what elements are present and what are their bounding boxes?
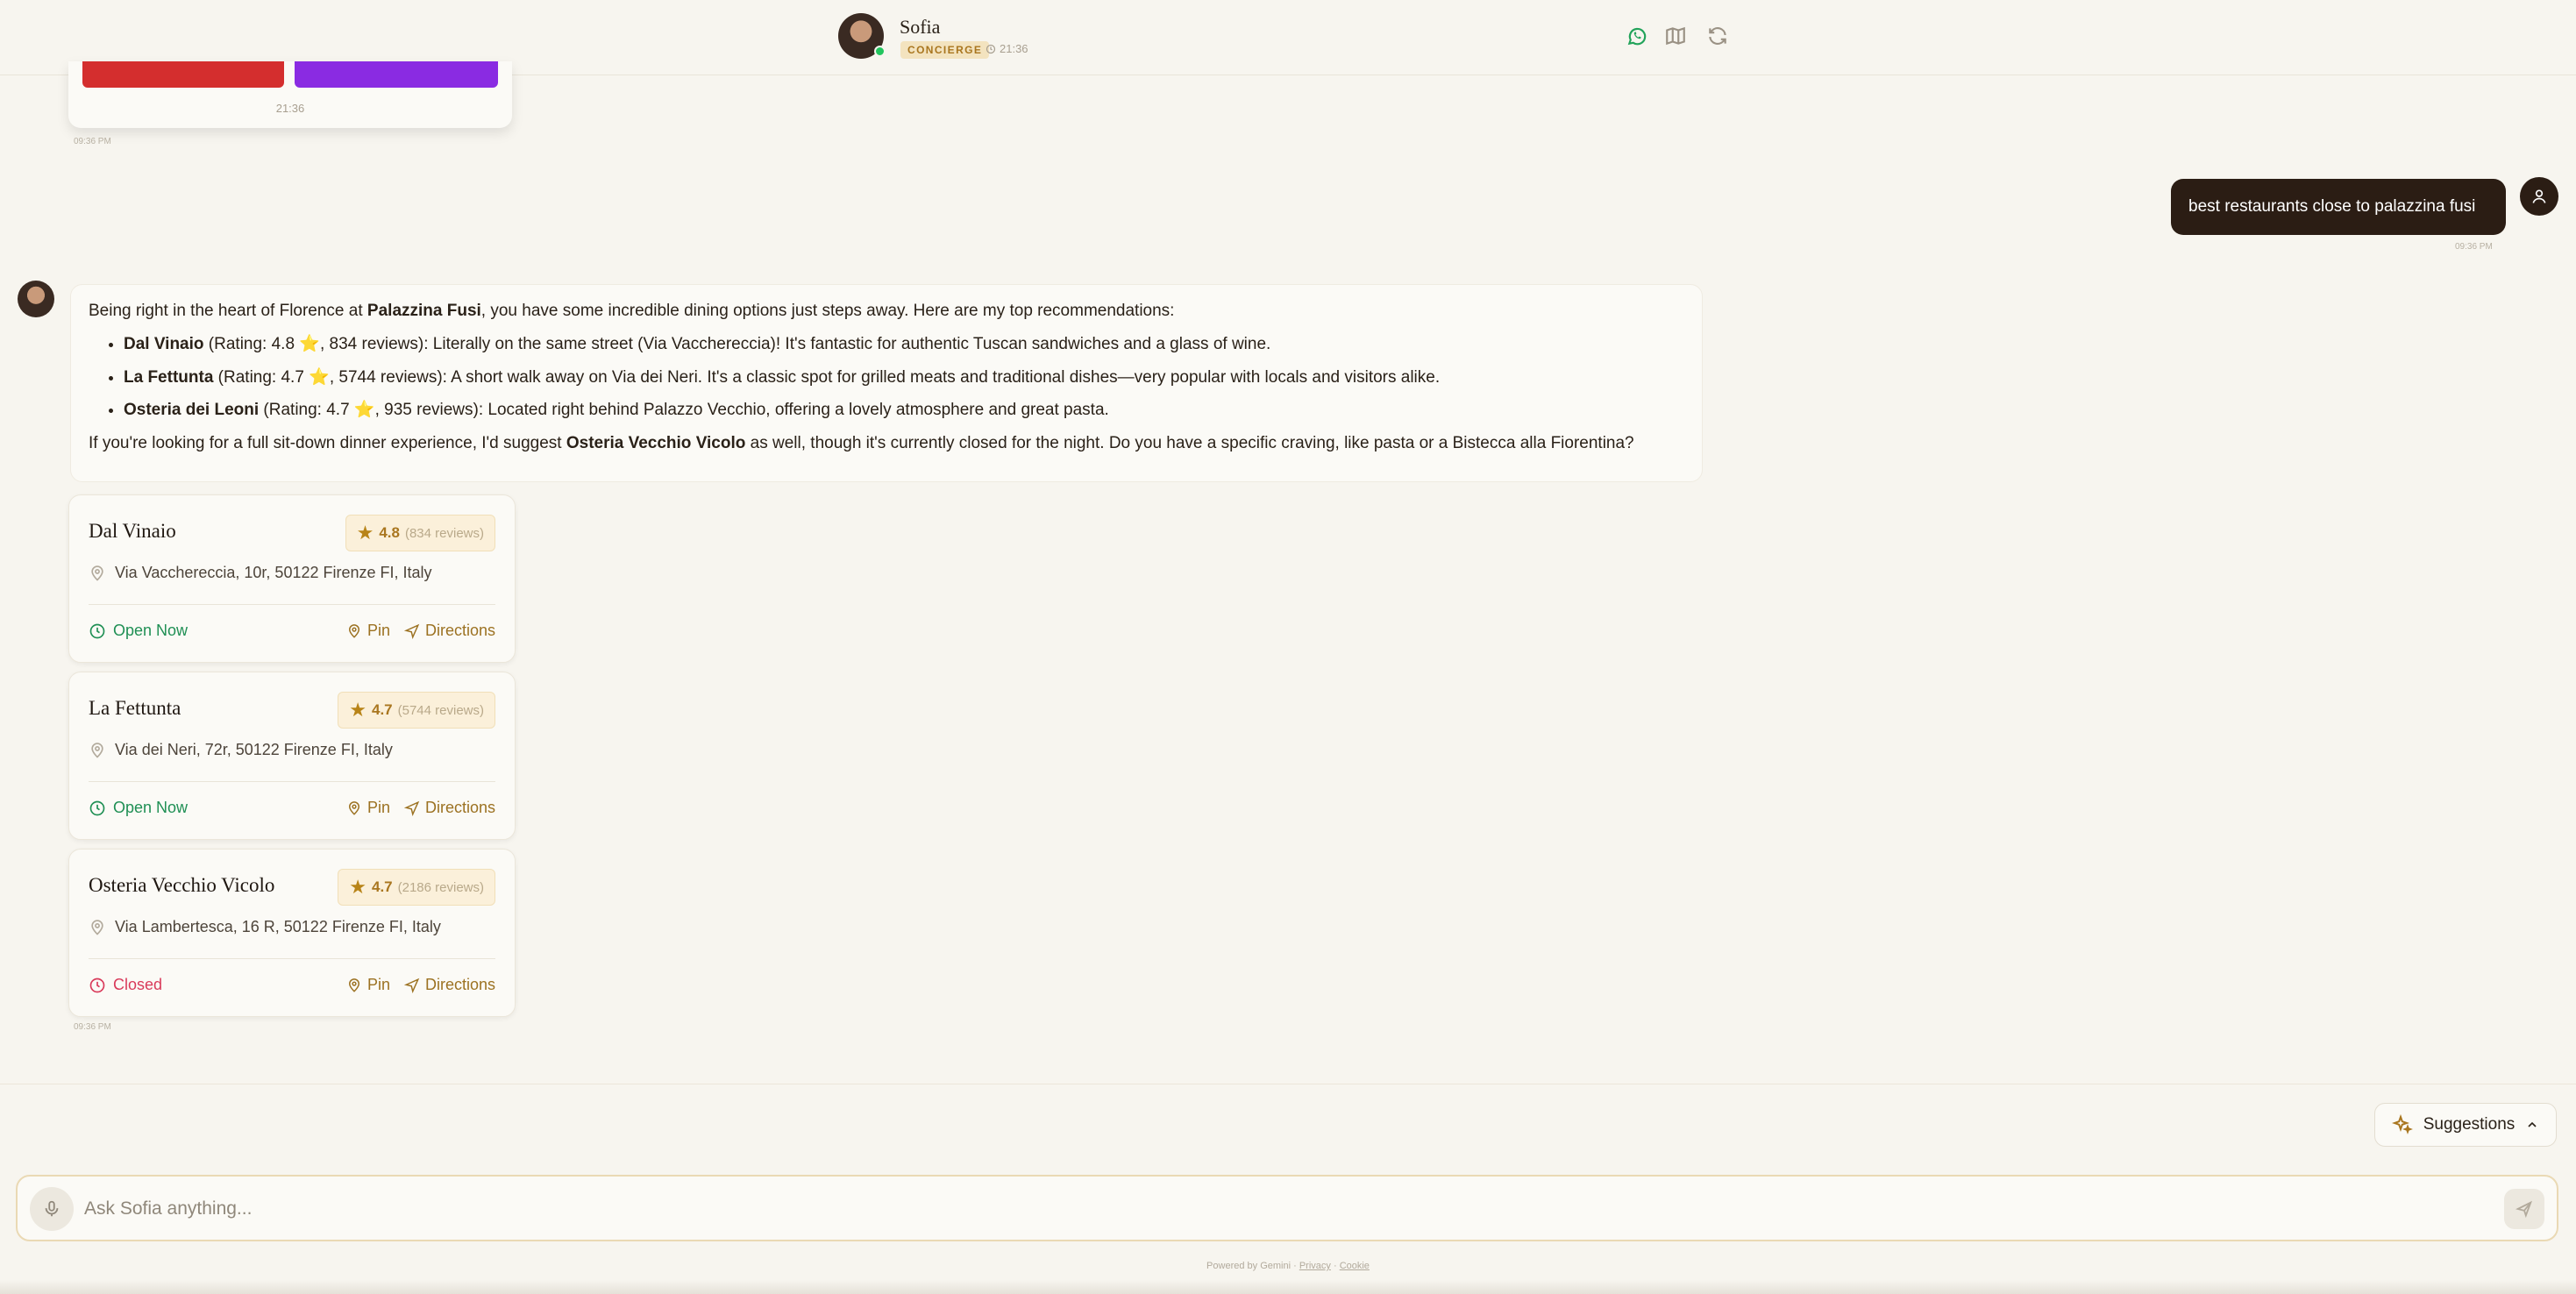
whatsapp-icon[interactable] bbox=[1626, 25, 1648, 47]
chat-input-bar bbox=[16, 1175, 2558, 1241]
restaurant-name: Osteria Vecchio Vicolo bbox=[89, 874, 275, 896]
directions-button[interactable]: Directions bbox=[403, 799, 495, 817]
card-divider bbox=[89, 604, 495, 605]
list-item: La Fettunta (Rating: 4.7 ⭐, 5744 reviews… bbox=[124, 367, 1684, 388]
star-icon: ★ bbox=[349, 699, 366, 721]
microphone-button[interactable] bbox=[30, 1187, 74, 1231]
user-avatar bbox=[2520, 177, 2558, 216]
pin-icon bbox=[348, 800, 359, 815]
card-actions: Pin Directions bbox=[346, 622, 495, 640]
pin-button[interactable]: Pin bbox=[346, 799, 390, 817]
location-pin-icon bbox=[91, 742, 103, 758]
pin-button[interactable]: Pin bbox=[346, 976, 390, 994]
powered-by-footer: Powered by Gemini · Privacy · Cookie bbox=[1206, 1261, 1370, 1271]
agent-message-intro: Being right in the heart of Florence at … bbox=[89, 302, 1175, 320]
chevron-up-icon bbox=[2528, 1121, 2537, 1127]
status-open: Open Now bbox=[89, 799, 188, 817]
pin-button[interactable]: Pin bbox=[346, 622, 390, 640]
previous-card-time: 21:36 bbox=[275, 102, 305, 115]
navigation-icon bbox=[403, 800, 420, 816]
clock-icon bbox=[986, 44, 996, 53]
directions-button[interactable]: Directions bbox=[403, 622, 495, 640]
agent-message-outro: If you're looking for a full sit-down di… bbox=[89, 433, 1634, 452]
restaurant-name: Dal Vinaio bbox=[89, 520, 176, 542]
bottom-edge bbox=[0, 1280, 2576, 1294]
status-open: Open Now bbox=[89, 622, 188, 640]
location-pin-icon bbox=[91, 565, 103, 581]
directions-button[interactable]: Directions bbox=[403, 976, 495, 994]
agent-message-avatar bbox=[18, 281, 54, 317]
card-actions: Pin Directions bbox=[346, 976, 495, 994]
online-indicator bbox=[874, 46, 886, 57]
send-button[interactable] bbox=[2504, 1189, 2544, 1229]
microphone-icon bbox=[45, 1200, 59, 1217]
list-item: Dal Vinaio (Rating: 4.8 ⭐, 834 reviews):… bbox=[124, 334, 1684, 355]
previous-message-card: 21:36 bbox=[68, 61, 512, 128]
send-icon bbox=[2516, 1200, 2533, 1219]
star-icon: ★ bbox=[349, 876, 366, 898]
refresh-icon[interactable] bbox=[1706, 25, 1729, 47]
privacy-link[interactable]: Privacy bbox=[1299, 1261, 1331, 1271]
map-icon[interactable] bbox=[1664, 25, 1687, 47]
rating-badge: ★ 4.8 (834 reviews) bbox=[345, 515, 495, 551]
clock-icon bbox=[89, 800, 105, 815]
cookie-link[interactable]: Cookie bbox=[1340, 1261, 1370, 1271]
previous-card-red-button[interactable] bbox=[82, 61, 284, 88]
suggestions-button[interactable]: Suggestions bbox=[2374, 1103, 2557, 1147]
card-divider bbox=[89, 958, 495, 959]
cards-timestamp: 09:36 PM bbox=[74, 1022, 111, 1032]
card-divider bbox=[89, 781, 495, 782]
star-icon: ★ bbox=[356, 522, 374, 544]
clock-icon bbox=[89, 978, 105, 992]
suggestions-label: Suggestions bbox=[2423, 1115, 2516, 1134]
agent-time: 21:36 bbox=[986, 42, 1028, 55]
card-actions: Pin Directions bbox=[346, 799, 495, 817]
message-timestamp: 09:36 PM bbox=[74, 137, 111, 146]
restaurant-name: La Fettunta bbox=[89, 697, 181, 719]
restaurant-address: Via dei Neri, 72r, 50122 Firenze FI, Ita… bbox=[89, 741, 393, 759]
agent-avatar bbox=[838, 13, 886, 59]
agent-time-text: 21:36 bbox=[1000, 42, 1028, 55]
clock-icon bbox=[89, 623, 105, 638]
restaurant-card[interactable]: Osteria Vecchio Vicolo ★ 4.7 (2186 revie… bbox=[68, 849, 516, 1017]
recommendation-list: Dal Vinaio (Rating: 4.8 ⭐, 834 reviews):… bbox=[124, 334, 1684, 421]
chat-input[interactable] bbox=[84, 1189, 2469, 1229]
rating-badge: ★ 4.7 (2186 reviews) bbox=[338, 869, 495, 906]
restaurant-address: Via Lambertesca, 16 R, 50122 Firenze FI,… bbox=[89, 918, 441, 936]
rating-badge: ★ 4.7 (5744 reviews) bbox=[338, 692, 495, 729]
user-message-bubble: best restaurants close to palazzina fusi bbox=[2171, 179, 2506, 235]
user-message-timestamp: 09:36 PM bbox=[2455, 242, 2493, 252]
agent-name: Sofia bbox=[900, 16, 941, 38]
restaurant-address: Via Vacchereccia, 10r, 50122 Firenze FI,… bbox=[89, 564, 432, 582]
location-pin-icon bbox=[91, 919, 103, 935]
sparkles-icon bbox=[2391, 1114, 2413, 1134]
navigation-icon bbox=[403, 623, 420, 639]
agent-role-badge: CONCIERGE bbox=[900, 41, 990, 59]
navigation-icon bbox=[403, 978, 420, 993]
agent-message-bubble: Being right in the heart of Florence at … bbox=[70, 284, 1703, 482]
pin-icon bbox=[348, 623, 359, 638]
restaurant-card[interactable]: Dal Vinaio ★ 4.8 (834 reviews) Via Vacch… bbox=[68, 494, 516, 663]
restaurant-card[interactable]: La Fettunta ★ 4.7 (5744 reviews) Via dei… bbox=[68, 672, 516, 840]
pin-icon bbox=[348, 978, 359, 992]
previous-card-purple-button[interactable] bbox=[295, 61, 498, 88]
user-icon bbox=[2532, 189, 2546, 203]
list-item: Osteria dei Leoni (Rating: 4.7 ⭐, 935 re… bbox=[124, 400, 1684, 421]
status-closed: Closed bbox=[89, 976, 162, 994]
